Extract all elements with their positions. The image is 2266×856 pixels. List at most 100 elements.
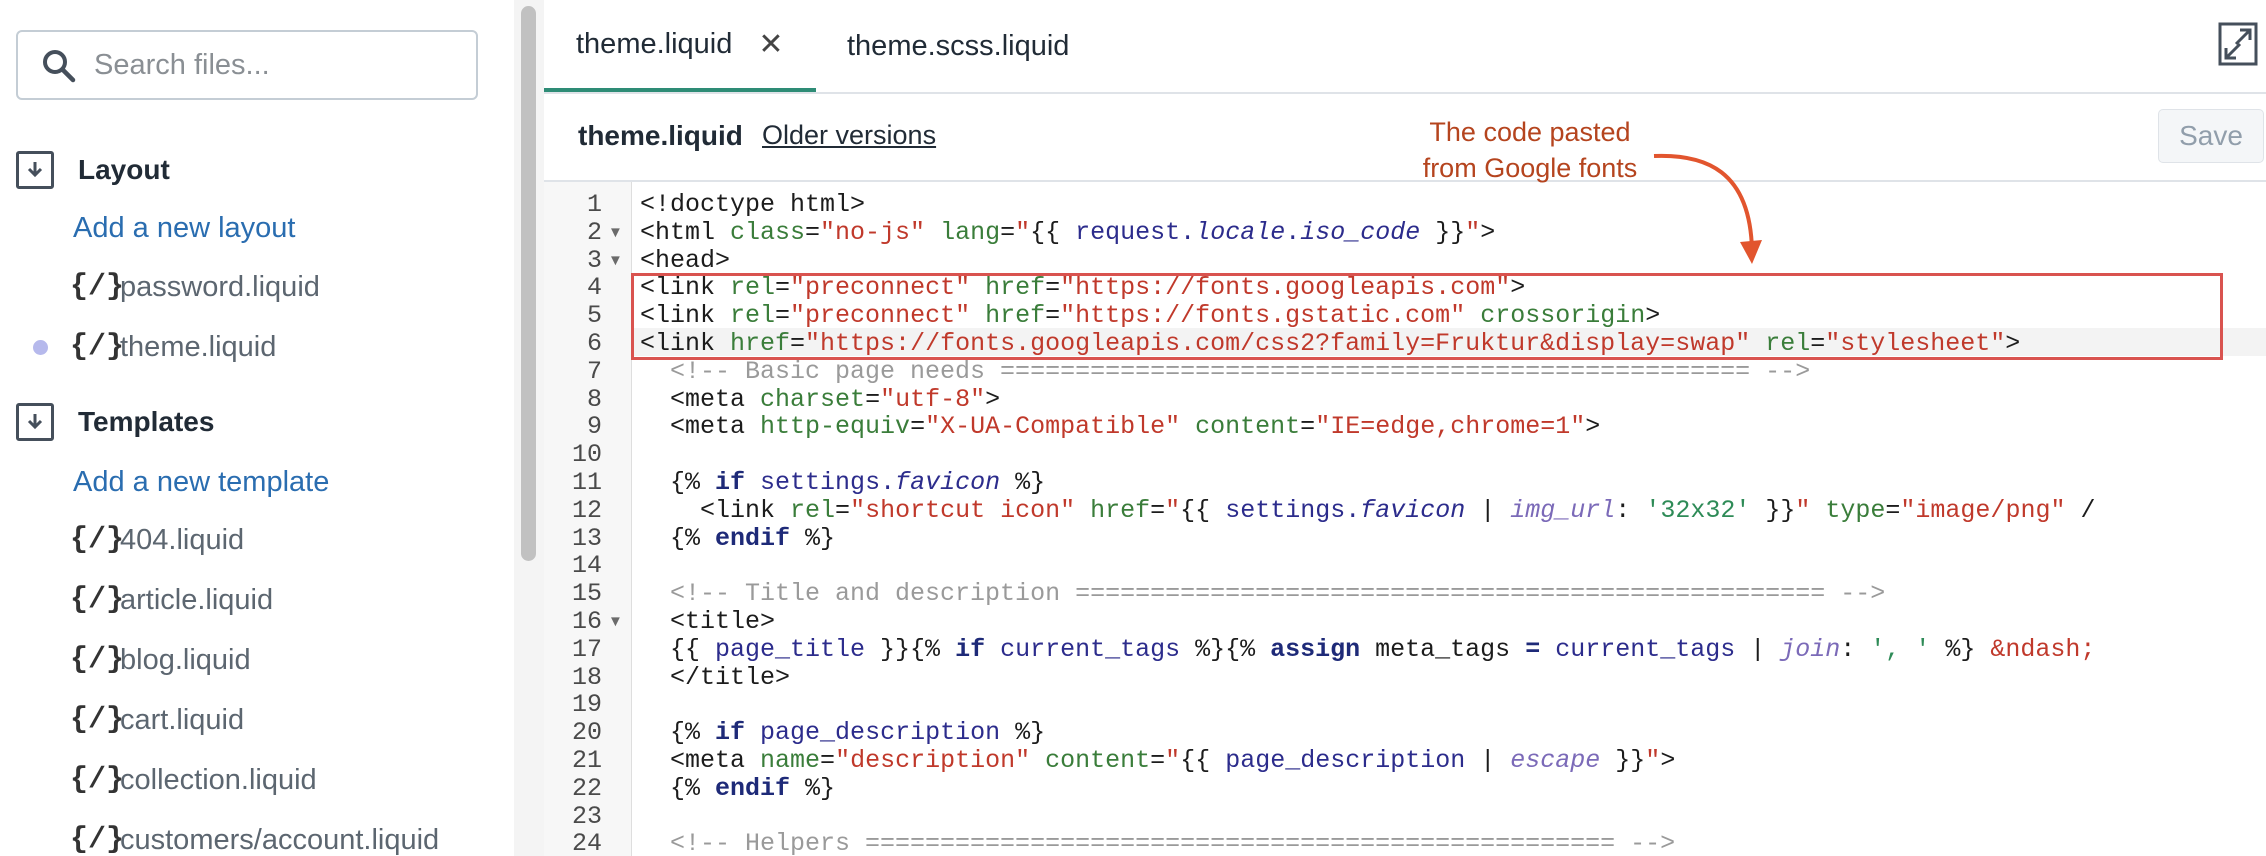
code-line[interactable]: <!-- Title and description =============… [640, 579, 1885, 608]
code-token: %} [1930, 634, 1991, 664]
search-input[interactable] [94, 42, 464, 88]
code-token: : [1840, 634, 1871, 664]
fold-toggle-icon[interactable]: ▼ [608, 252, 623, 269]
code-token: settings. [760, 468, 896, 497]
code-token: name [760, 746, 821, 775]
code-file-icon: {/} [70, 643, 125, 677]
code-token: <!-- Basic page needs ==================… [640, 356, 1811, 386]
code-token: </title> [640, 662, 791, 692]
code-token: %} [790, 773, 836, 803]
folder-download-icon [16, 403, 54, 441]
code-line[interactable]: {% endif %} [640, 524, 835, 553]
code-line[interactable]: <meta name="description" content="{{ pag… [640, 746, 1675, 775]
code-token: {{ [1030, 217, 1076, 247]
file-item-cart[interactable]: {/} cart.liquid [0, 694, 514, 746]
code-token: " [1165, 495, 1181, 525]
line-number: 13 [571, 523, 602, 553]
code-token: <!-- Title and description =============… [640, 579, 1886, 609]
annotation-arrow [1653, 153, 1762, 264]
code-line[interactable]: {% if settings.favicon %} [640, 468, 1045, 497]
code-token: {{ [640, 634, 716, 664]
tab-theme-liquid[interactable]: theme.liquid ✕ [544, 0, 816, 92]
line-number: 19 [571, 690, 602, 720]
file-name: password.liquid [120, 270, 320, 303]
expand-icon[interactable] [2218, 22, 2258, 66]
code-line[interactable]: <html class="no-js" lang="{{ request.loc… [640, 218, 1495, 247]
older-versions-link[interactable]: Older versions [762, 120, 936, 151]
code-token: <!-- Helpers ===========================… [640, 829, 1676, 856]
code-token: | [1465, 746, 1511, 775]
code-line[interactable]: <title> [640, 607, 775, 636]
code-token: page_description [1225, 746, 1466, 775]
fold-toggle-icon[interactable]: ▼ [608, 224, 623, 241]
code-token: = [820, 746, 836, 775]
add-new-template-link[interactable]: Add a new template [73, 466, 329, 499]
tab-theme-scss-liquid[interactable]: theme.scss.liquid [847, 0, 1069, 92]
add-new-layout-link[interactable]: Add a new layout [73, 212, 295, 245]
sidebar-scrollbar-thumb[interactable] [521, 6, 536, 561]
file-item-password[interactable]: {/} password.liquid [0, 261, 514, 313]
code-line[interactable]: </title> [640, 663, 790, 692]
line-number: 2 [586, 217, 602, 247]
folder-download-icon [16, 151, 54, 189]
code-token: if [715, 468, 746, 497]
annotation-line-1: The code pasted [1429, 117, 1631, 147]
code-token: endif [715, 773, 791, 803]
file-item-404[interactable]: {/} 404.liquid [0, 514, 514, 566]
code-token: favicon [895, 468, 1001, 497]
line-number: 22 [571, 773, 602, 803]
line-number-gutter: 1 2 ▼ 3 ▼ 4 5 6 7 8 9 10 11 12 13 14 15 16 ▼ 17 18 19 20 21 22 23… [544, 182, 632, 856]
search-box[interactable] [16, 30, 478, 100]
code-token: escape [1510, 746, 1601, 775]
section-layout[interactable]: Layout [16, 148, 170, 192]
code-token: = [805, 217, 821, 247]
file-item-customers-account[interactable]: {/} customers/account.liquid [0, 814, 514, 856]
tab-label: theme.liquid [576, 27, 733, 60]
code-token: = [1300, 412, 1316, 442]
code-token: '32x32' [1645, 495, 1751, 525]
code-token: = [835, 495, 851, 525]
code-line[interactable]: {% endif %} [640, 774, 835, 803]
code-line[interactable]: <meta http-equiv="X-UA-Compatible" conte… [640, 412, 1600, 441]
file-item-article[interactable]: {/} article.liquid [0, 574, 514, 626]
fold-toggle-icon[interactable]: ▼ [608, 613, 623, 630]
code-line[interactable]: <link rel="shortcut icon" href="{{ setti… [640, 496, 2095, 525]
code-line[interactable]: {% if page_description %} [640, 718, 1045, 747]
code-file-icon: {/} [70, 823, 125, 856]
code-token: | [1735, 634, 1781, 664]
code-token: : [1615, 495, 1646, 525]
code-token: request. [1075, 217, 1196, 247]
file-item-blog[interactable]: {/} blog.liquid [0, 634, 514, 686]
code-token: {% [640, 468, 716, 497]
code-line[interactable]: <meta charset="utf-8"> [640, 385, 1000, 414]
code-token: }} [1420, 217, 1466, 247]
line-number: 8 [586, 384, 602, 414]
code-line[interactable]: <!-- Helpers ===========================… [640, 829, 1675, 856]
section-templates[interactable]: Templates [16, 400, 214, 444]
file-item-theme[interactable]: {/} theme.liquid [0, 321, 514, 373]
line-number: 23 [571, 801, 602, 831]
code-token: lang [940, 217, 1001, 247]
file-item-collection[interactable]: {/} collection.liquid [0, 754, 514, 806]
code-token: ', ' [1870, 634, 1931, 664]
code-token: href [1090, 495, 1151, 525]
code-line[interactable]: <head> [640, 246, 730, 275]
code-line[interactable]: <!-- Basic page needs ==================… [640, 357, 1810, 386]
tab-label: theme.scss.liquid [847, 29, 1070, 62]
save-button[interactable]: Save [2158, 109, 2264, 163]
code-token: favicon [1360, 495, 1466, 525]
line-number: 5 [586, 301, 602, 331]
close-icon[interactable]: ✕ [758, 27, 783, 62]
code-line[interactable]: {{ page_title }}{% if current_tags %}{% … [640, 635, 2095, 664]
file-name: 404.liquid [120, 523, 245, 556]
code-file-icon: {/} [70, 523, 125, 557]
code-token: {% [640, 718, 716, 748]
code-token: content [1045, 746, 1151, 775]
code-line[interactable]: <!doctype html> [640, 190, 865, 219]
